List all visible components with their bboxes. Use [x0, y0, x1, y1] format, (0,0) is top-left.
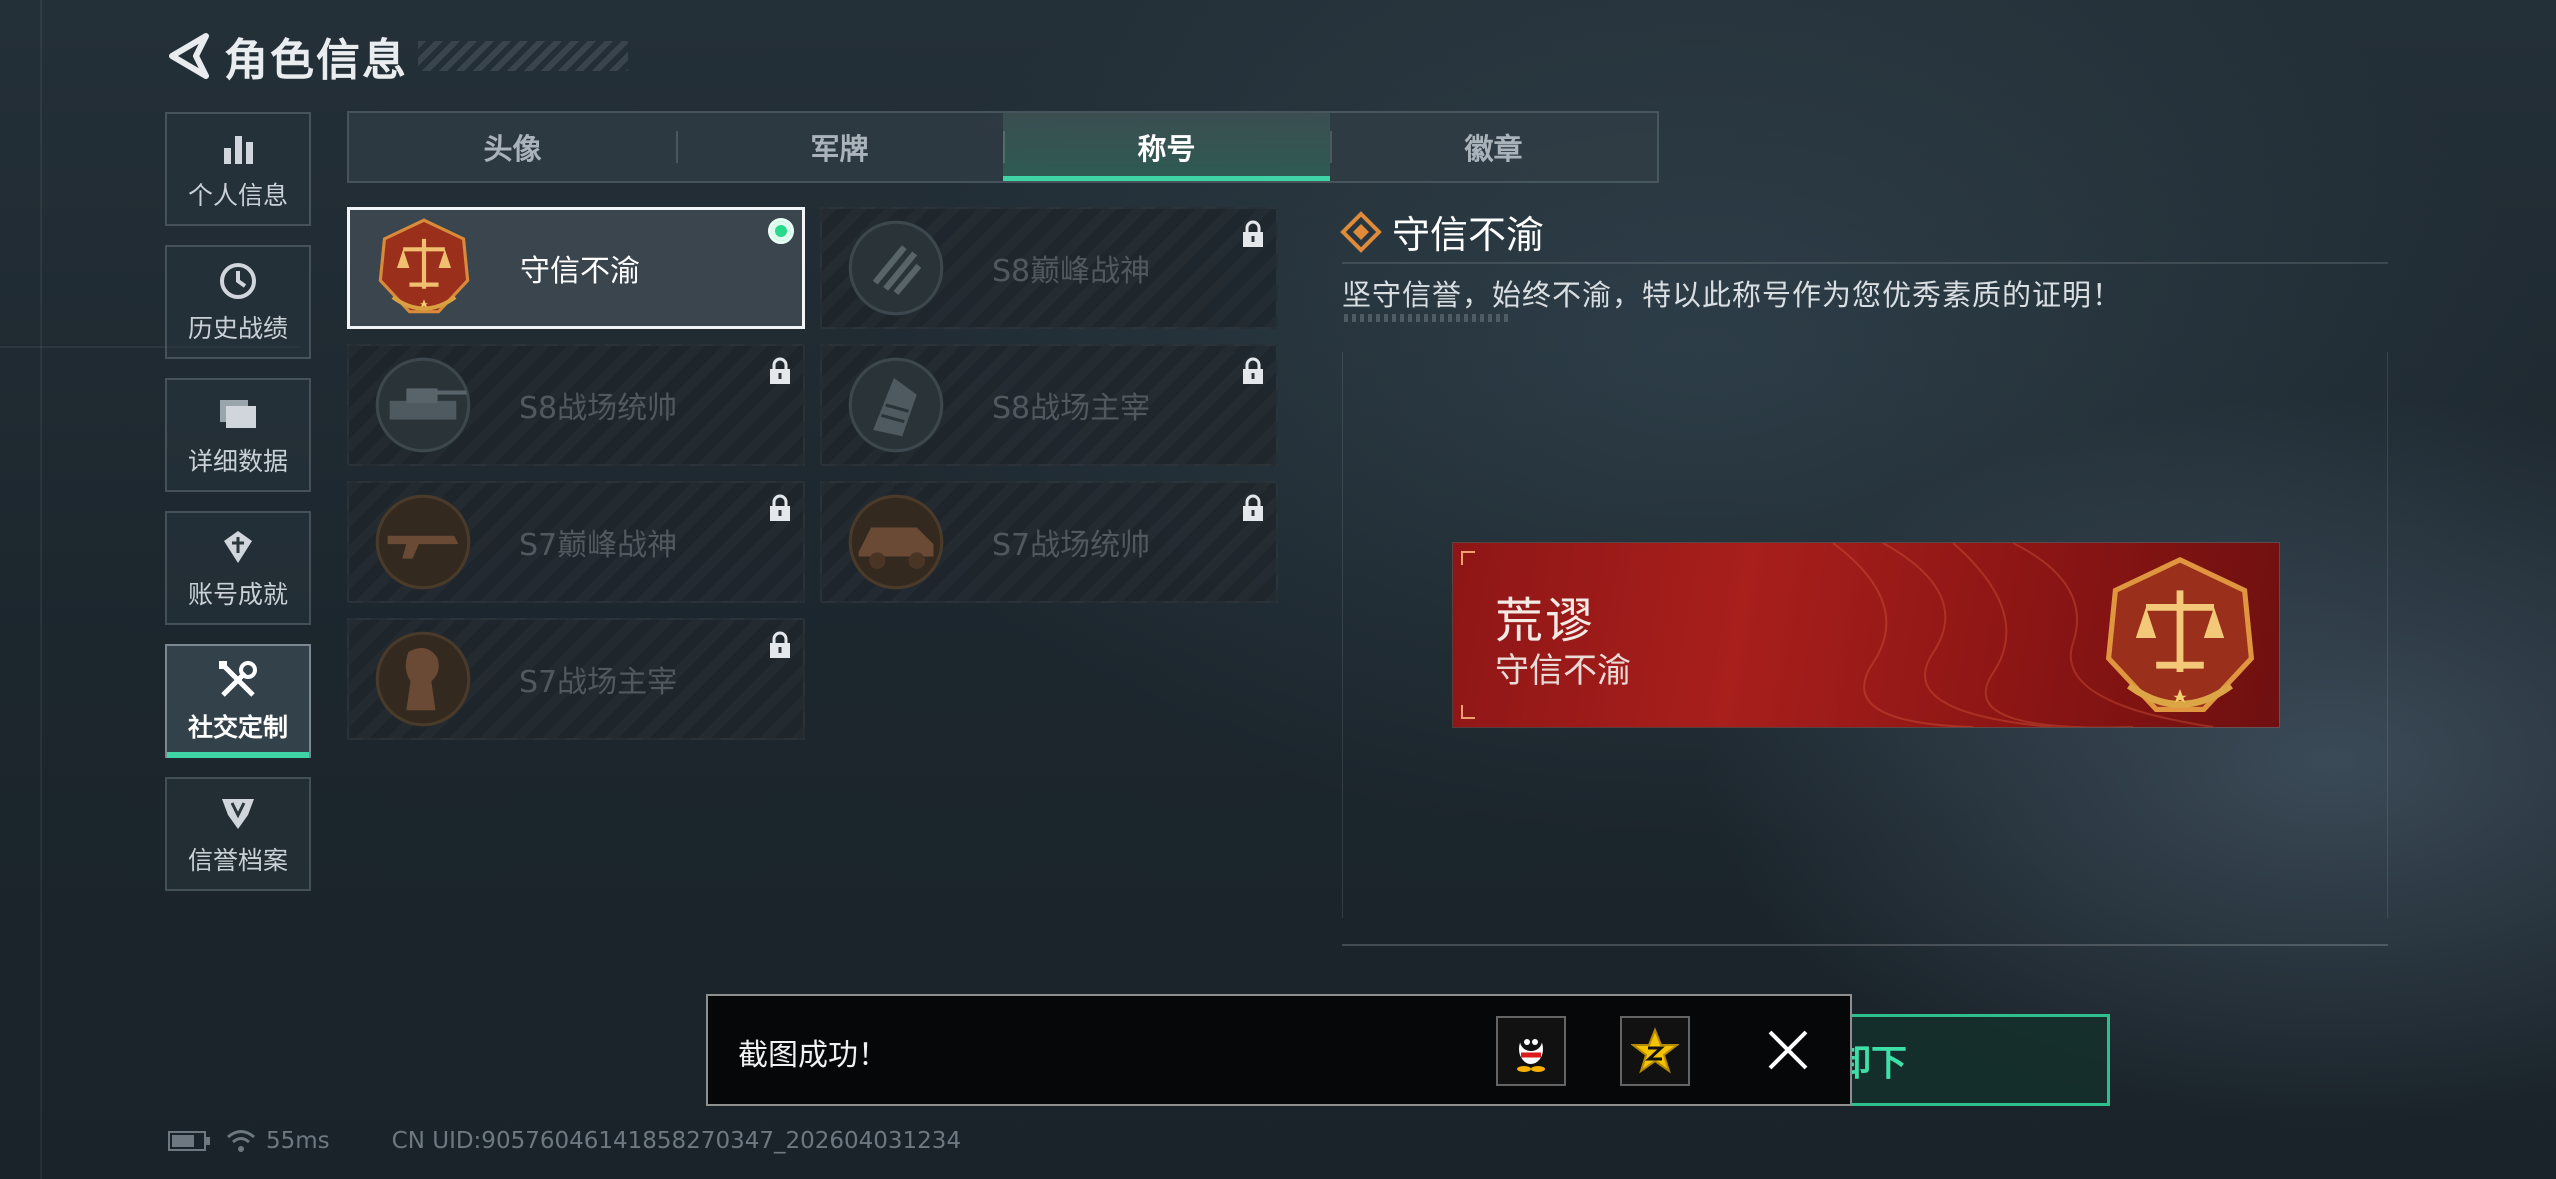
title-card-label: S7战场统帅 [992, 528, 1151, 563]
lock-icon [1243, 494, 1263, 521]
share-qq-button[interactable] [1496, 1016, 1566, 1086]
sidebar-item-history[interactable]: 历史战绩 [165, 245, 311, 359]
close-icon[interactable] [1762, 1024, 1814, 1076]
sidebar-item-label: 历史战绩 [187, 314, 288, 343]
tab-label: 称号 [1137, 132, 1196, 166]
active-indicator [167, 752, 309, 758]
title-card[interactable]: S8巅峰战神 [820, 207, 1278, 329]
screenshot-toast: 截图成功！ [706, 994, 1852, 1106]
lock-icon [770, 357, 790, 384]
clock-icon [216, 259, 260, 303]
credit-shield-icon [216, 791, 260, 835]
achievement-icon [216, 525, 260, 569]
banner-player-name: 荒谬 [1495, 593, 1596, 649]
title-card-label: 守信不渝 [520, 254, 640, 289]
lock-icon [1243, 357, 1263, 384]
header: 角色信息 [160, 24, 628, 88]
banner-corner [1461, 705, 1475, 719]
sidebar-item-credit-record[interactable]: 信誉档案 [165, 777, 311, 891]
title-card-label: S7战场主宰 [519, 665, 678, 700]
share-qzone-button[interactable] [1620, 1016, 1690, 1086]
tab-avatar[interactable]: 头像 [349, 113, 676, 181]
sidebar-item-label: 社交定制 [187, 713, 288, 742]
scales-emblem-icon [2105, 556, 2255, 712]
banner-corner [1461, 551, 1475, 565]
tab-bar: 头像 军牌 称号 徽章 [347, 111, 1659, 183]
s7-vehicle-emblem-icon [848, 494, 944, 590]
sidebar-item-label: 个人信息 [187, 181, 288, 210]
decoration-dots [1344, 314, 1508, 322]
title-card[interactable]: S7巅峰战神 [347, 481, 805, 603]
bar-chart-icon [216, 126, 260, 170]
s8-tank-emblem-icon [375, 357, 471, 453]
s8-building-emblem-icon [848, 357, 944, 453]
divider [1342, 944, 2388, 946]
qzone-icon [1631, 1027, 1679, 1074]
sidebar-item-label: 详细数据 [187, 447, 288, 476]
scales-emblem-icon [378, 218, 470, 314]
s7-soldier-emblem-icon [375, 631, 471, 727]
s7-gun-emblem-icon [375, 494, 471, 590]
title-card[interactable]: S7战场主宰 [347, 618, 805, 740]
sidebar-item-label: 账号成就 [187, 580, 288, 609]
page-title: 角色信息 [224, 35, 408, 86]
banner-title: 守信不渝 [1495, 651, 1631, 691]
title-card[interactable]: 守信不渝 [347, 207, 805, 329]
lock-icon [770, 631, 790, 658]
title-card[interactable]: S8战场主宰 [820, 344, 1278, 466]
divider [1342, 262, 2388, 264]
title-card[interactable]: S8战场统帅 [347, 344, 805, 466]
tab-label: 徽章 [1464, 132, 1523, 166]
status-footer: 55ms CN UID:9057604614185827034​7_202604… [168, 1128, 961, 1154]
s8-peak-emblem-icon [848, 220, 944, 316]
sidebar-item-achievements[interactable]: 账号成就 [165, 511, 311, 625]
title-banner-preview: 荒谬 守信不渝 [1453, 543, 2279, 727]
sidebar-item-detail-data[interactable]: 详细数据 [165, 378, 311, 492]
tab-label: 头像 [483, 132, 542, 166]
title-diamond-icon [1340, 210, 1382, 253]
tab-label: 军牌 [810, 132, 869, 166]
title-card-label: S8战场统帅 [519, 391, 678, 426]
title-card-label: S7巅峰战神 [519, 528, 678, 563]
bg-line [40, 0, 42, 1179]
tools-icon [216, 658, 260, 702]
tab-title[interactable]: 称号 [1003, 113, 1330, 181]
sidebar-item-personal-info[interactable]: 个人信息 [165, 112, 311, 226]
detail-header: 守信不渝 [1340, 204, 1544, 259]
tab-dogtag[interactable]: 军牌 [676, 113, 1003, 181]
title-card[interactable]: S7战场统帅 [820, 481, 1278, 603]
toast-message: 截图成功！ [738, 1038, 888, 1073]
tab-badge[interactable]: 徽章 [1330, 113, 1657, 181]
sidebar: 个人信息 历史战绩 详细数据 账号成就 社交定制 信誉档案 [165, 112, 315, 910]
lock-icon [770, 494, 790, 521]
qq-icon [1517, 1031, 1545, 1072]
latency-text: 55ms [266, 1128, 330, 1154]
lock-icon [1243, 220, 1263, 247]
battery-icon [168, 1131, 210, 1151]
wifi-icon [227, 1130, 255, 1152]
uid-text: CN UID:9057604614185827034​7_20260403123… [391, 1128, 962, 1154]
title-card-label: S8巅峰战神 [992, 254, 1151, 289]
back-arrow-icon[interactable] [160, 28, 216, 84]
detail-description: 坚守信誉，始终不渝，特以此称号作为您优秀素质的证明！ [1342, 278, 2123, 312]
folder-icon [216, 392, 260, 436]
title-decoration [418, 41, 628, 71]
sidebar-item-social-custom[interactable]: 社交定制 [165, 644, 311, 758]
title-card-label: S8战场主宰 [992, 391, 1151, 426]
sidebar-item-label: 信誉档案 [187, 846, 288, 875]
tab-underline [1003, 176, 1330, 181]
equipped-indicator [768, 218, 794, 244]
detail-title-name: 守信不渝 [1392, 213, 1545, 257]
